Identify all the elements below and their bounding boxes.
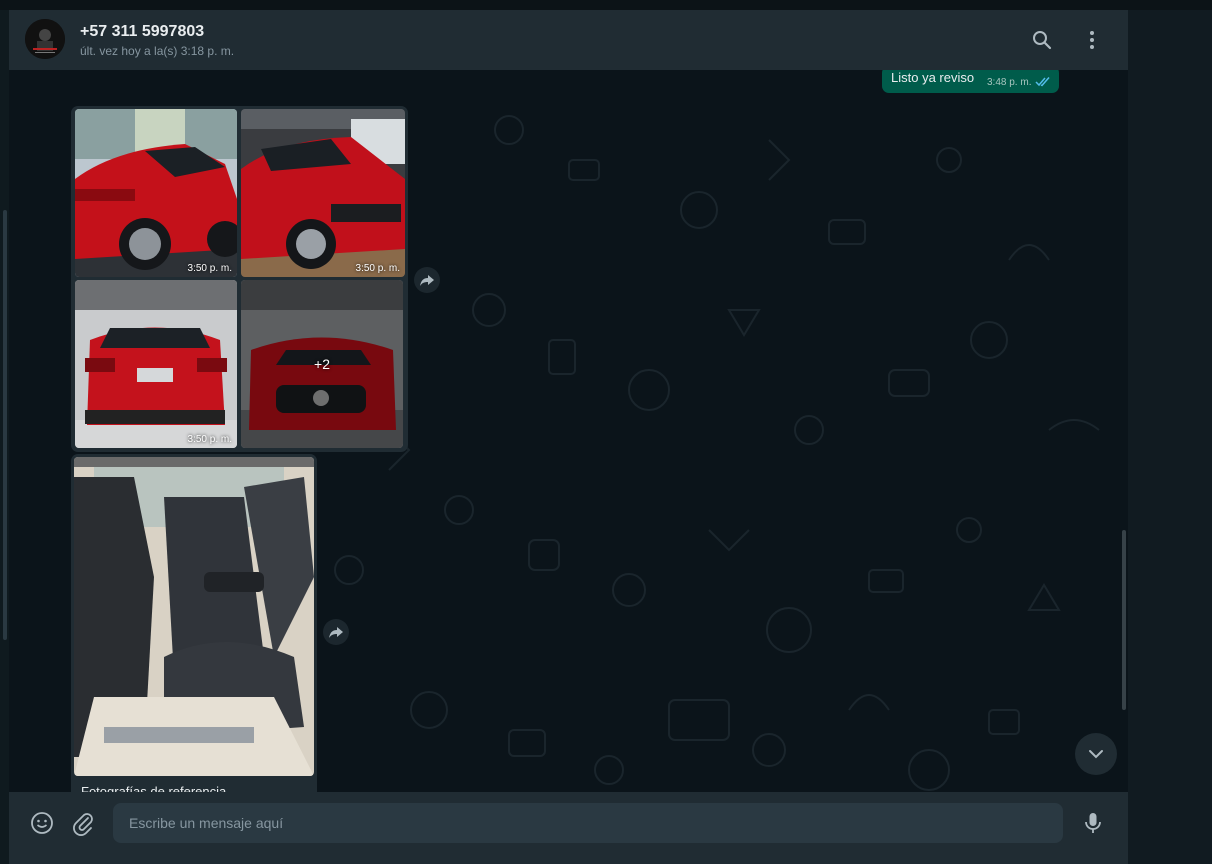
photo-time: 3:50 p. m. <box>355 263 400 274</box>
single-photo[interactable] <box>74 457 314 776</box>
image-album: 3:50 p. m. 3:50 p. m. 3:50 p. m. +2 <box>71 106 408 452</box>
more-photos-count: +2 <box>314 356 330 372</box>
menu-icon[interactable] <box>1080 28 1104 52</box>
attach-icon[interactable] <box>70 810 96 836</box>
microphone-icon[interactable] <box>1080 810 1106 836</box>
search-icon[interactable] <box>1030 28 1054 52</box>
album-photo[interactable]: 3:50 p. m. <box>241 109 405 277</box>
message-time: 3:48 p. m. <box>987 77 1032 88</box>
forward-icon[interactable] <box>414 267 440 293</box>
photo-time: 3:50 p. m. <box>187 434 232 445</box>
contact-name[interactable]: +57 311 5997803 <box>80 23 204 41</box>
message-composer <box>9 792 1128 864</box>
right-background <box>1128 10 1212 864</box>
image-message: Fotografías de referencia <box>71 454 317 799</box>
read-receipt-icon <box>1035 77 1050 87</box>
window-top-strip <box>0 0 1212 10</box>
contact-avatar[interactable] <box>25 19 65 59</box>
photo-time: 3:50 p. m. <box>187 263 232 274</box>
chevron-down-icon <box>1089 750 1103 759</box>
message-text: Listo ya reviso <box>891 70 975 85</box>
album-photo[interactable]: 3:50 p. m. <box>75 109 237 277</box>
message-input[interactable] <box>113 803 1063 843</box>
scroll-to-bottom-button[interactable] <box>1075 733 1117 775</box>
chat-panel: +57 311 5997803 últ. vez hoy a la(s) 3:1… <box>9 10 1128 864</box>
chat-scrollbar[interactable] <box>1122 530 1126 710</box>
forward-icon[interactable] <box>323 619 349 645</box>
emoji-icon[interactable] <box>29 810 55 836</box>
chat-header: +57 311 5997803 últ. vez hoy a la(s) 3:1… <box>9 10 1128 70</box>
outgoing-message[interactable]: Listo ya reviso 3:48 p. m. <box>882 66 1059 93</box>
album-photo-more[interactable]: +2 <box>241 280 403 448</box>
left-pane-scrollbar[interactable] <box>3 210 7 640</box>
album-photo[interactable]: 3:50 p. m. <box>75 280 237 448</box>
last-seen-status: últ. vez hoy a la(s) 3:18 p. m. <box>80 44 235 58</box>
